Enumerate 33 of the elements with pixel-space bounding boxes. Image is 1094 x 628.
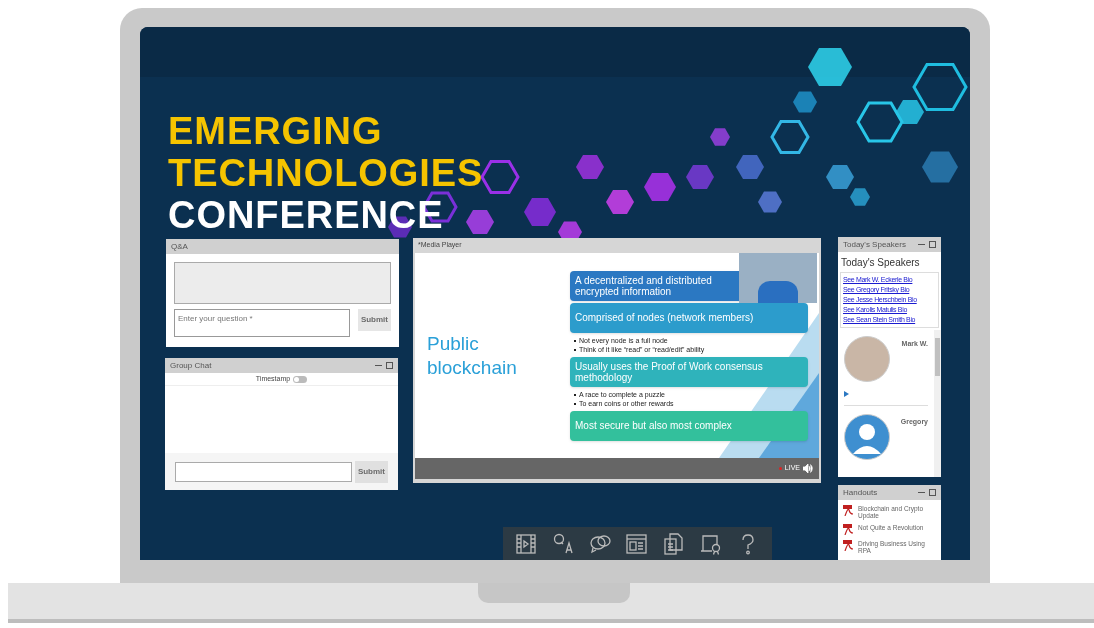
window-title: Handouts	[843, 486, 878, 499]
avatar-silhouette-icon	[844, 414, 890, 460]
pdf-file-icon	[843, 540, 854, 551]
pdf-file-icon	[843, 524, 854, 535]
submit-button[interactable]: Submit	[357, 309, 391, 331]
speaker-photo-placeholder	[844, 336, 890, 382]
minimize-icon[interactable]	[918, 243, 925, 246]
slide-block-text: Comprised of nodes (network members)	[575, 312, 754, 323]
slide-block-text: Usually uses the Proof of Work consensus methodology	[575, 360, 764, 383]
banner-title-line: TECHNOLOGIES	[168, 152, 484, 194]
timestamp-toggle[interactable]	[293, 375, 308, 383]
speakers-heading: Today's Speakers	[840, 256, 921, 270]
minimize-icon[interactable]	[375, 364, 382, 367]
maximize-icon[interactable]	[929, 489, 936, 496]
volume-icon[interactable]	[803, 464, 813, 473]
minimize-icon[interactable]	[918, 491, 925, 494]
slide-block-text: A decentralized and distributed encrypted information	[575, 274, 713, 297]
slide-block-text: Most secure but also most complex	[575, 420, 732, 431]
banner-title-line: EMERGING	[168, 110, 384, 152]
chat-message-field[interactable]	[175, 461, 352, 482]
maximize-icon[interactable]	[386, 362, 393, 369]
window-title: Group Chat	[170, 359, 212, 372]
question-field[interactable]: Enter your question *	[174, 309, 350, 337]
submit-button[interactable]: Submit	[354, 460, 388, 483]
window-title: Q&A	[171, 240, 188, 253]
play-icon[interactable]	[844, 391, 849, 397]
pdf-file-icon	[843, 505, 854, 516]
maximize-icon[interactable]	[929, 241, 936, 248]
contact-card-icon[interactable]	[625, 531, 650, 556]
slide-title: Public blockchain	[426, 331, 518, 380]
scrollbar[interactable]	[934, 330, 941, 477]
window-title: Today's Speakers	[843, 238, 906, 251]
banner-title-line: CONFERENCE	[168, 194, 445, 236]
